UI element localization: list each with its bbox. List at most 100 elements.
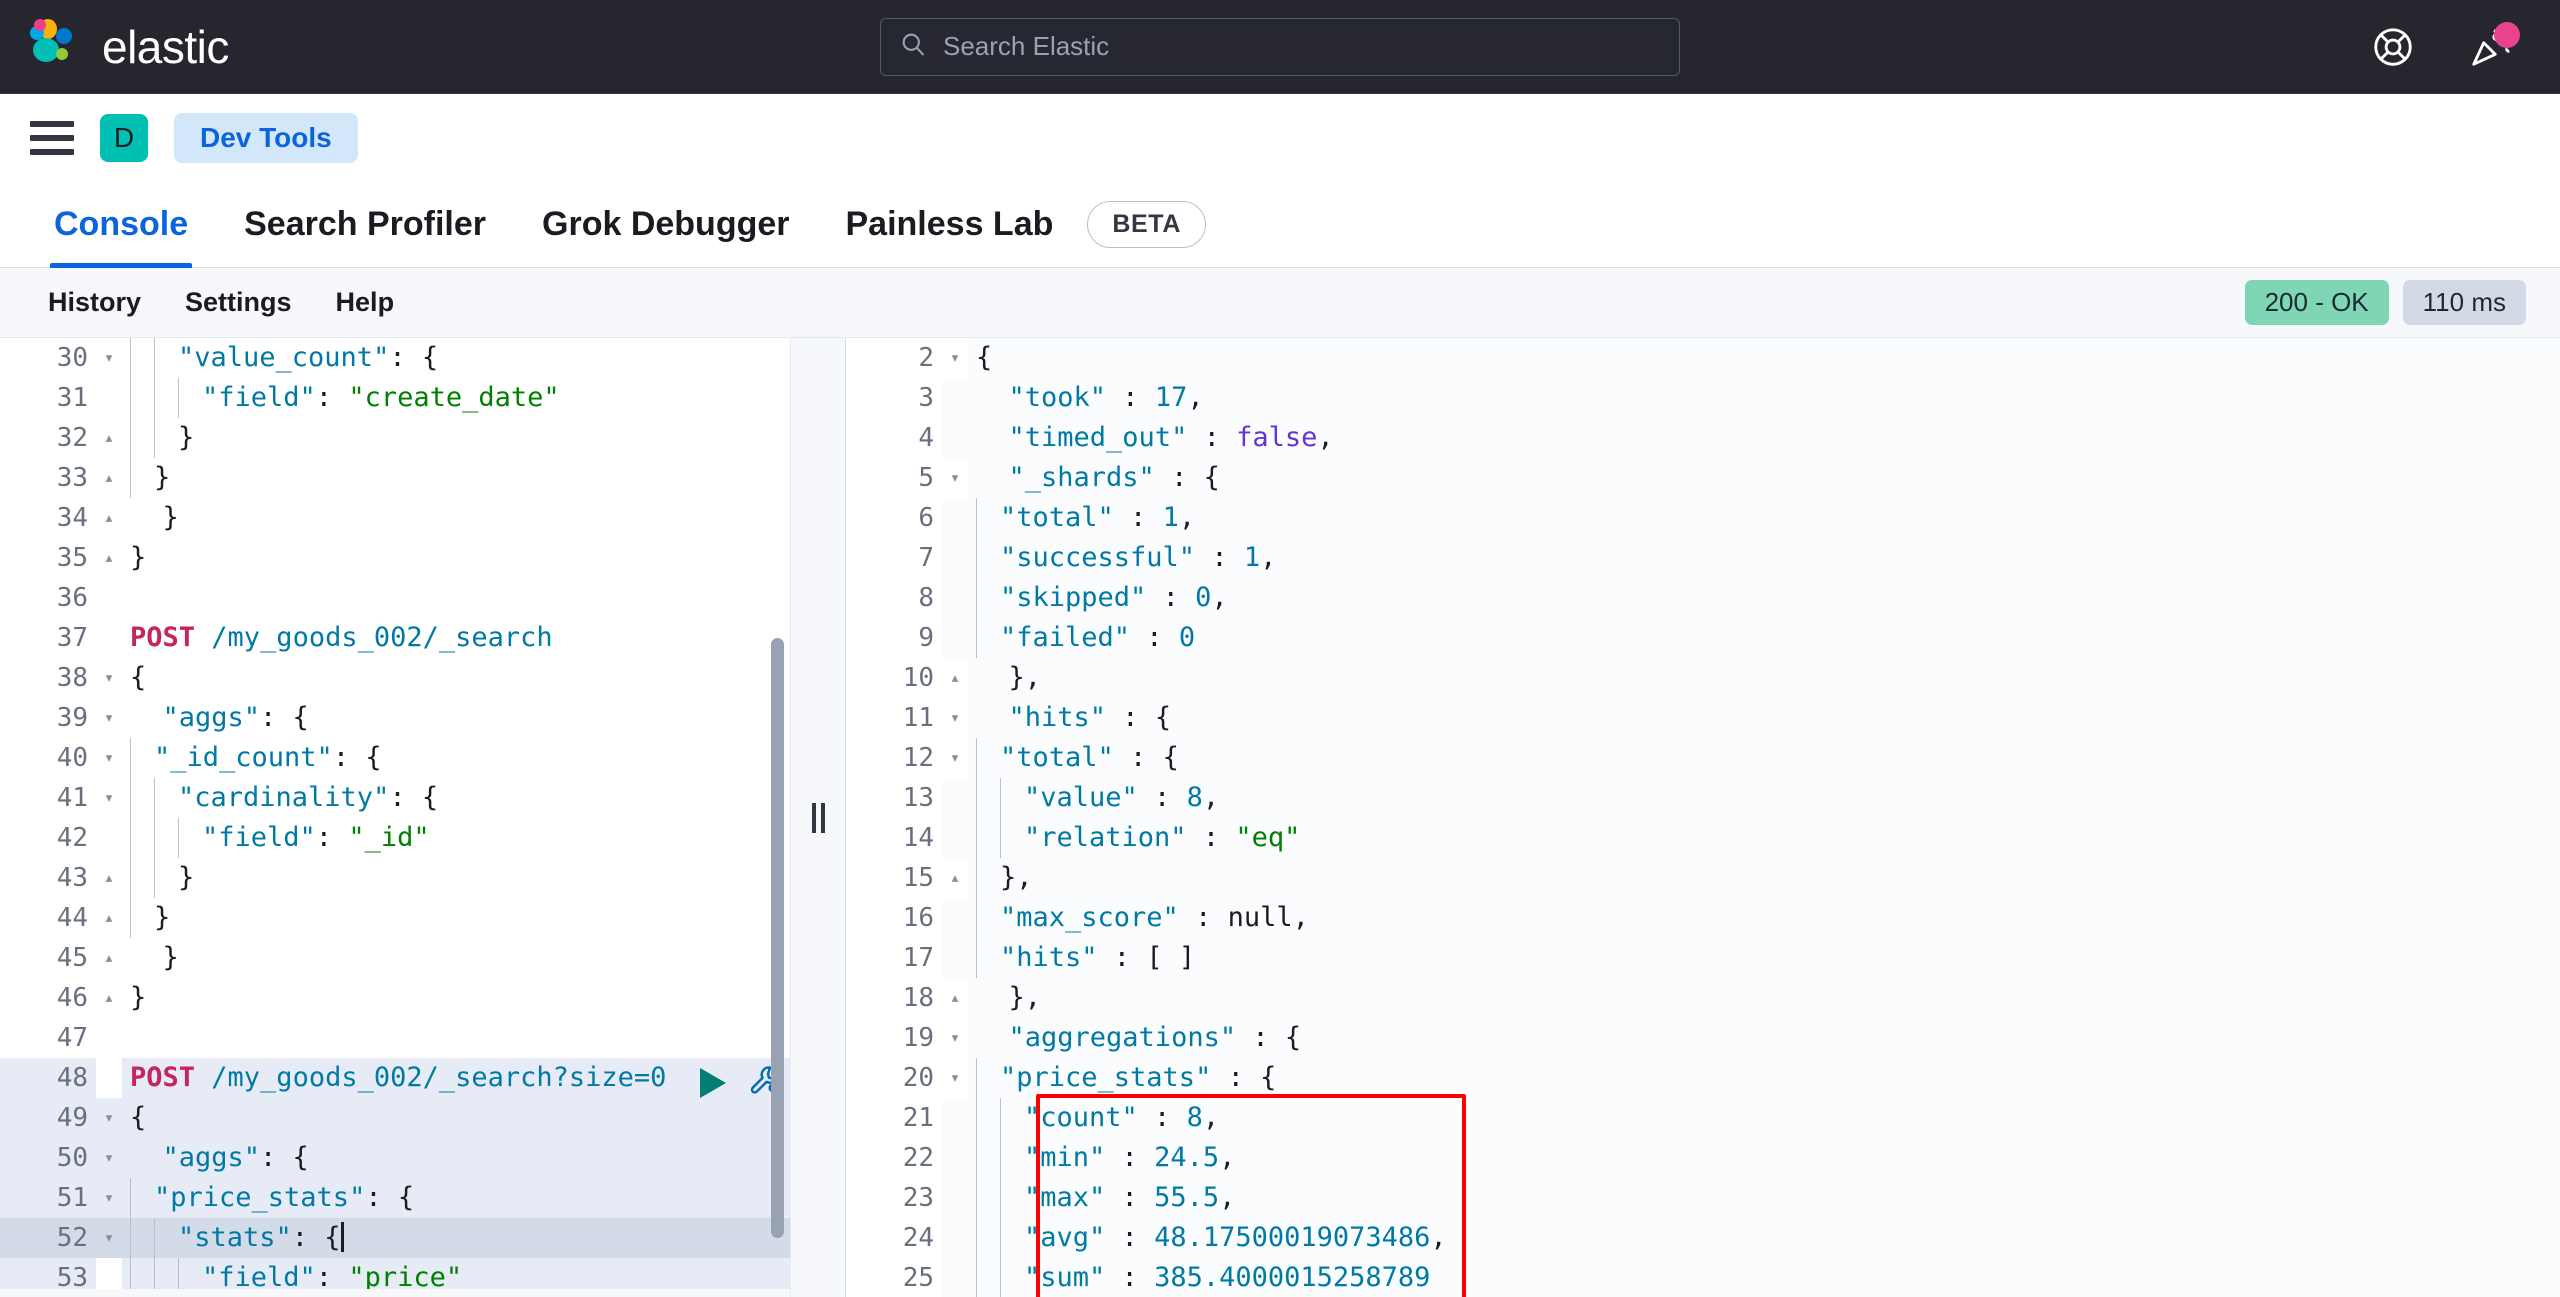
fold-toggle-icon[interactable]: ▾ <box>96 738 122 778</box>
fold-toggle-icon[interactable]: ▾ <box>942 1058 968 1098</box>
pane-splitter[interactable] <box>790 338 846 1297</box>
search-placeholder: Search Elastic <box>943 31 1110 61</box>
search-input[interactable]: Search Elastic <box>880 17 1680 76</box>
code-line: 21 "count" : 8, <box>846 1098 2560 1138</box>
fold-toggle-icon[interactable]: ▾ <box>942 338 968 378</box>
code-line[interactable]: 47 <box>0 1018 790 1058</box>
fold-toggle-icon[interactable]: ▾ <box>96 1138 122 1178</box>
code-line[interactable]: 37 POST /my_goods_002/_search <box>0 618 790 658</box>
tab-painless-lab[interactable]: Painless Lab <box>818 182 1082 268</box>
fold-toggle-icon[interactable]: ▾ <box>942 458 968 498</box>
toolbar-settings[interactable]: Settings <box>163 287 314 318</box>
code-line[interactable]: 34 ▴ } <box>0 498 790 538</box>
fold-toggle-icon[interactable]: ▴ <box>96 898 122 938</box>
code-line[interactable]: 46 ▴} <box>0 978 790 1018</box>
code-line[interactable]: 51 ▾ "price_stats": { <box>0 1178 790 1218</box>
code-line[interactable]: 52 ▾ "stats": { <box>0 1218 790 1258</box>
line-number: 44 <box>0 898 96 938</box>
line-number: 18 <box>846 978 942 1018</box>
toolbar-help[interactable]: Help <box>314 287 417 318</box>
code-line[interactable]: 45 ▴ } <box>0 938 790 978</box>
code-line[interactable]: 36 <box>0 578 790 618</box>
fold-toggle-icon[interactable]: ▾ <box>96 778 122 818</box>
fold-toggle-icon[interactable]: ▾ <box>96 1178 122 1218</box>
code-line[interactable]: 49 ▾ { <box>0 1098 790 1138</box>
brand[interactable]: elastic <box>0 18 229 75</box>
fold-toggle-icon[interactable]: ▴ <box>96 858 122 898</box>
code-text: }, <box>968 658 2560 698</box>
global-search[interactable]: Search Elastic <box>880 17 1680 76</box>
code-line[interactable]: 32 ▴} <box>0 418 790 458</box>
hamburger-menu-icon[interactable] <box>30 121 74 155</box>
token-key: "field" <box>202 382 316 413</box>
fold-toggle-icon[interactable]: ▴ <box>96 418 122 458</box>
response-editor-pane[interactable]: 2 ▾{3 "took" : 17, 4 "timed_out" : false, 5… <box>846 338 2560 1297</box>
fold-toggle-icon[interactable]: ▾ <box>942 738 968 778</box>
code-text: "max" : 55.5, <box>968 1178 2560 1218</box>
fold-toggle-icon[interactable]: ▴ <box>96 538 122 578</box>
code-line[interactable]: 41 ▾ "cardinality": { <box>0 778 790 818</box>
code-line[interactable]: 40 ▾ "_id_count": { <box>0 738 790 778</box>
token-punc: : <box>1137 1102 1187 1133</box>
token-key: "successful" <box>1000 542 1196 573</box>
tab-grok-debugger[interactable]: Grok Debugger <box>514 182 817 268</box>
fold-toggle-icon[interactable]: ▴ <box>96 498 122 538</box>
token-num: 17 <box>1154 382 1188 413</box>
fold-toggle-icon[interactable]: ▾ <box>96 658 122 698</box>
fold-toggle-icon[interactable]: ▾ <box>96 338 122 378</box>
line-number: 43 <box>0 858 96 898</box>
request-scrollbar[interactable] <box>771 638 784 1238</box>
token-punc: : { <box>389 342 439 373</box>
fold-toggle-icon[interactable]: ▴ <box>942 978 968 1018</box>
code-line: 25 "sum" : 385.4000015258789 <box>846 1258 2560 1297</box>
code-line[interactable]: 42 "field": "_id" <box>0 818 790 858</box>
code-line[interactable]: 43 ▴} <box>0 858 790 898</box>
request-code[interactable]: 30 ▾ "value_count": {31 "field": "create_da… <box>0 338 790 1297</box>
send-request-play-icon[interactable] <box>700 1067 726 1098</box>
code-line[interactable]: 44 ▴} <box>0 898 790 938</box>
token-punc: { <box>976 342 993 373</box>
party-popper-announcements-icon[interactable] <box>2468 21 2520 70</box>
code-line[interactable]: 30 ▾ "value_count": { <box>0 338 790 378</box>
code-line[interactable]: 38 ▾ { <box>0 658 790 698</box>
token-punc: : { <box>1154 462 1220 493</box>
code-line[interactable]: 39 ▾ "aggs": { <box>0 698 790 738</box>
token-key: "aggs" <box>130 702 261 733</box>
fold-toggle-icon[interactable]: ▴ <box>942 658 968 698</box>
fold-toggle-icon[interactable]: ▾ <box>96 1098 122 1138</box>
token-punc: : <box>1113 502 1163 533</box>
fold-toggle-icon[interactable]: ▴ <box>942 858 968 898</box>
fold-toggle-icon[interactable]: ▴ <box>96 978 122 1018</box>
token-key: "relation" <box>1024 822 1187 853</box>
tab-search-profiler[interactable]: Search Profiler <box>216 182 514 268</box>
code-line[interactable]: 48 POST /my_goods_002/_search?size=0 <box>0 1058 790 1098</box>
indent-guide <box>976 858 977 898</box>
toolbar-history[interactable]: History <box>26 287 163 318</box>
token-punc: : <box>1105 1262 1155 1293</box>
token-punc: , <box>1211 582 1228 613</box>
search-icon <box>899 30 927 63</box>
token-punc: : { <box>1113 742 1179 773</box>
code-line[interactable]: 35 ▴} <box>0 538 790 578</box>
line-number: 15 <box>846 858 942 898</box>
fold-toggle-icon[interactable]: ▴ <box>96 938 122 978</box>
request-editor-pane[interactable]: 30 ▾ "value_count": {31 "field": "create_da… <box>0 338 790 1297</box>
indent-guide <box>976 578 977 618</box>
token-num: 1 <box>1243 542 1261 573</box>
code-line[interactable]: 50 ▾ "aggs": { <box>0 1138 790 1178</box>
code-line[interactable]: 31 "field": "create_date" <box>0 378 790 418</box>
global-header: elastic Search Elastic <box>0 0 2560 94</box>
life-ring-help-icon[interactable] <box>2370 24 2416 70</box>
fold-toggle-icon[interactable]: ▴ <box>96 458 122 498</box>
fold-toggle-icon[interactable]: ▾ <box>96 1218 122 1258</box>
fold-toggle-icon[interactable]: ▾ <box>96 698 122 738</box>
fold-toggle-icon[interactable]: ▾ <box>942 1018 968 1058</box>
breadcrumb-item-dev-tools[interactable]: Dev Tools <box>174 113 358 163</box>
tab-console[interactable]: Console <box>26 182 216 268</box>
token-punc: }, <box>1000 862 1033 893</box>
token-punc: : <box>1105 1142 1155 1173</box>
code-line[interactable]: 33 ▴} <box>0 458 790 498</box>
fold-toggle-icon[interactable]: ▾ <box>942 698 968 738</box>
space-avatar[interactable]: D <box>100 114 148 162</box>
line-number: 51 <box>0 1178 96 1218</box>
